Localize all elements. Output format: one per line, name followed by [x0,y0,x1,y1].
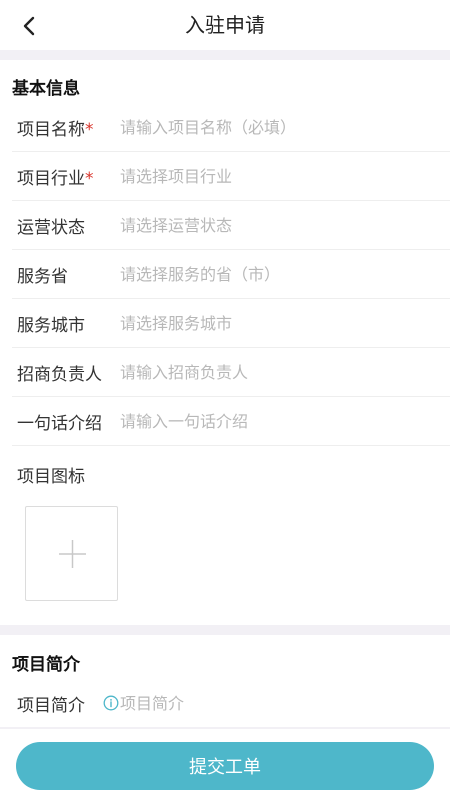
section-divider [0,50,450,60]
field-project-intro: 项目简介 [12,679,450,728]
info-icon[interactable] [103,695,119,715]
field-service-city[interactable]: 服务城市 请选择服务城市 [12,299,450,348]
nav-header: 入驻申请 [0,0,450,50]
field-label: 招商负责人 [17,364,102,385]
field-label: 一句话介绍 [17,413,102,434]
submit-ticket-button[interactable]: 提交工单 [16,742,434,790]
one-line-intro-input[interactable] [120,397,438,446]
plus-icon [59,540,86,568]
field-label: 服务城市 [17,315,85,336]
field-project-name: 项目名称* [12,103,450,152]
footer-bar: 提交工单 [0,729,450,800]
field-label: 项目简介 [17,696,85,716]
operation-status-select[interactable]: 请选择运营状态 [120,201,438,250]
project-intro-input[interactable] [120,679,438,728]
section-title-project-intro: 项目简介 [12,655,80,675]
field-label: 运营状态 [17,217,85,238]
investment-manager-input[interactable] [120,348,438,397]
project-name-input[interactable] [120,103,438,152]
field-label: 服务省 [17,266,68,287]
field-label: 项目名称* [17,119,94,140]
section-title-basic-info: 基本信息 [12,79,80,99]
required-mark: * [85,168,94,189]
field-operation-status[interactable]: 运营状态 请选择运营状态 [12,201,450,250]
section-divider [0,625,450,635]
field-project-industry[interactable]: 项目行业* 请选择项目行业 [12,152,450,201]
field-service-province[interactable]: 服务省 请选择服务的省（市） [12,250,450,299]
field-label: 项目行业* [17,168,94,189]
required-mark: * [85,119,94,140]
service-province-select[interactable]: 请选择服务的省（市） [120,250,438,299]
field-label: 项目图标 [17,467,85,487]
service-city-select[interactable]: 请选择服务城市 [120,299,438,348]
project-industry-select[interactable]: 请选择项目行业 [120,152,438,201]
field-project-icon: 项目图标 [12,450,450,499]
field-investment-manager: 招商负责人 [12,348,450,397]
page-title: 入驻申请 [185,13,265,37]
field-one-line-intro: 一句话介绍 [12,397,450,446]
icon-upload-button[interactable] [25,506,118,601]
